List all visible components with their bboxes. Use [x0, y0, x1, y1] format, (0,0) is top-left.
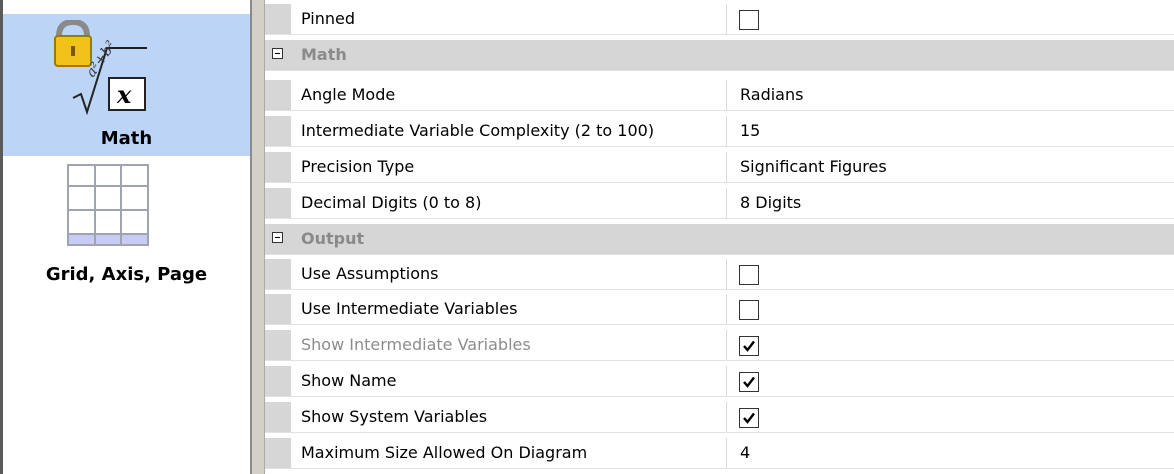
property-row-maximum-size[interactable]: Maximum Size Allowed On Diagram 4 [265, 438, 1174, 469]
property-value[interactable]: Radians [728, 80, 1174, 110]
property-name: Decimal Digits (0 to 8) [291, 188, 727, 218]
row-margin [265, 366, 291, 396]
row-margin [265, 152, 291, 182]
property-name: Pinned [291, 4, 727, 34]
property-value[interactable]: Significant Figures [728, 152, 1174, 182]
category-sidebar: a²+b² x Math Grid, Axis, Page [3, 0, 250, 474]
pinned-checkbox[interactable] [739, 10, 759, 30]
property-name: Angle Mode [291, 80, 727, 110]
property-name: Show System Variables [291, 402, 727, 432]
property-row-decimal-digits[interactable]: Decimal Digits (0 to 8) 8 Digits [265, 188, 1174, 219]
property-name: Precision Type [291, 152, 727, 182]
row-margin [265, 438, 291, 468]
sidebar-item-label: Math [100, 128, 153, 149]
property-name: Show Name [291, 366, 727, 396]
row-margin [265, 402, 291, 432]
row-margin [265, 259, 291, 289]
show-intermediate-variables-checkbox[interactable] [739, 336, 759, 356]
property-name: Intermediate Variable Complexity (2 to 1… [291, 116, 727, 146]
property-row-pinned: Pinned [265, 4, 1174, 35]
row-margin [265, 80, 291, 110]
row-margin [265, 4, 291, 34]
property-value[interactable]: 15 [728, 116, 1174, 146]
property-grid: Pinned Math Angle Mode Radians Intermedi… [265, 0, 1174, 474]
property-row-intermediate-complexity[interactable]: Intermediate Variable Complexity (2 to 1… [265, 116, 1174, 147]
row-margin [265, 188, 291, 218]
collapse-toggle-icon[interactable] [272, 48, 283, 59]
splitter[interactable] [252, 0, 265, 474]
property-row-show-system-variables: Show System Variables [265, 402, 1174, 433]
property-row-use-assumptions: Use Assumptions [265, 259, 1174, 290]
sidebar-item-label: Grid, Axis, Page [45, 264, 208, 285]
property-name: Use Intermediate Variables [291, 294, 727, 324]
property-row-use-intermediate-variables: Use Intermediate Variables [265, 294, 1174, 325]
category-title: Math [301, 45, 347, 64]
property-value[interactable]: 8 Digits [728, 188, 1174, 218]
show-system-variables-checkbox[interactable] [739, 408, 759, 428]
use-assumptions-checkbox[interactable] [739, 265, 759, 285]
property-name: Use Assumptions [291, 259, 727, 289]
property-name: Show Intermediate Variables [291, 330, 727, 360]
checkmark-icon [743, 412, 755, 424]
category-title: Output [301, 229, 365, 248]
math-lock-icon: a²+b² x [54, 20, 147, 116]
category-header-math: Math [265, 40, 1174, 71]
grid-icon [67, 164, 149, 246]
checkmark-icon [743, 340, 755, 352]
row-margin [265, 294, 291, 324]
row-margin [265, 330, 291, 360]
show-name-checkbox[interactable] [739, 372, 759, 392]
sidebar-item-grid-axis-page[interactable]: Grid, Axis, Page [3, 160, 250, 300]
property-row-show-intermediate-variables: Show Intermediate Variables [265, 330, 1174, 361]
property-value[interactable]: 4 [728, 438, 1174, 468]
sidebar-item-math[interactable]: a²+b² x Math [3, 14, 250, 156]
row-margin [265, 116, 291, 146]
property-row-precision-type[interactable]: Precision Type Significant Figures [265, 152, 1174, 183]
property-row-show-name: Show Name [265, 366, 1174, 397]
property-row-angle-mode[interactable]: Angle Mode Radians [265, 80, 1174, 111]
category-header-output: Output [265, 224, 1174, 255]
checkmark-icon [743, 376, 755, 388]
collapse-toggle-icon[interactable] [272, 232, 283, 243]
use-intermediate-variables-checkbox[interactable] [739, 300, 759, 320]
svg-text:x: x [116, 80, 132, 109]
property-name: Maximum Size Allowed On Diagram [291, 438, 727, 468]
